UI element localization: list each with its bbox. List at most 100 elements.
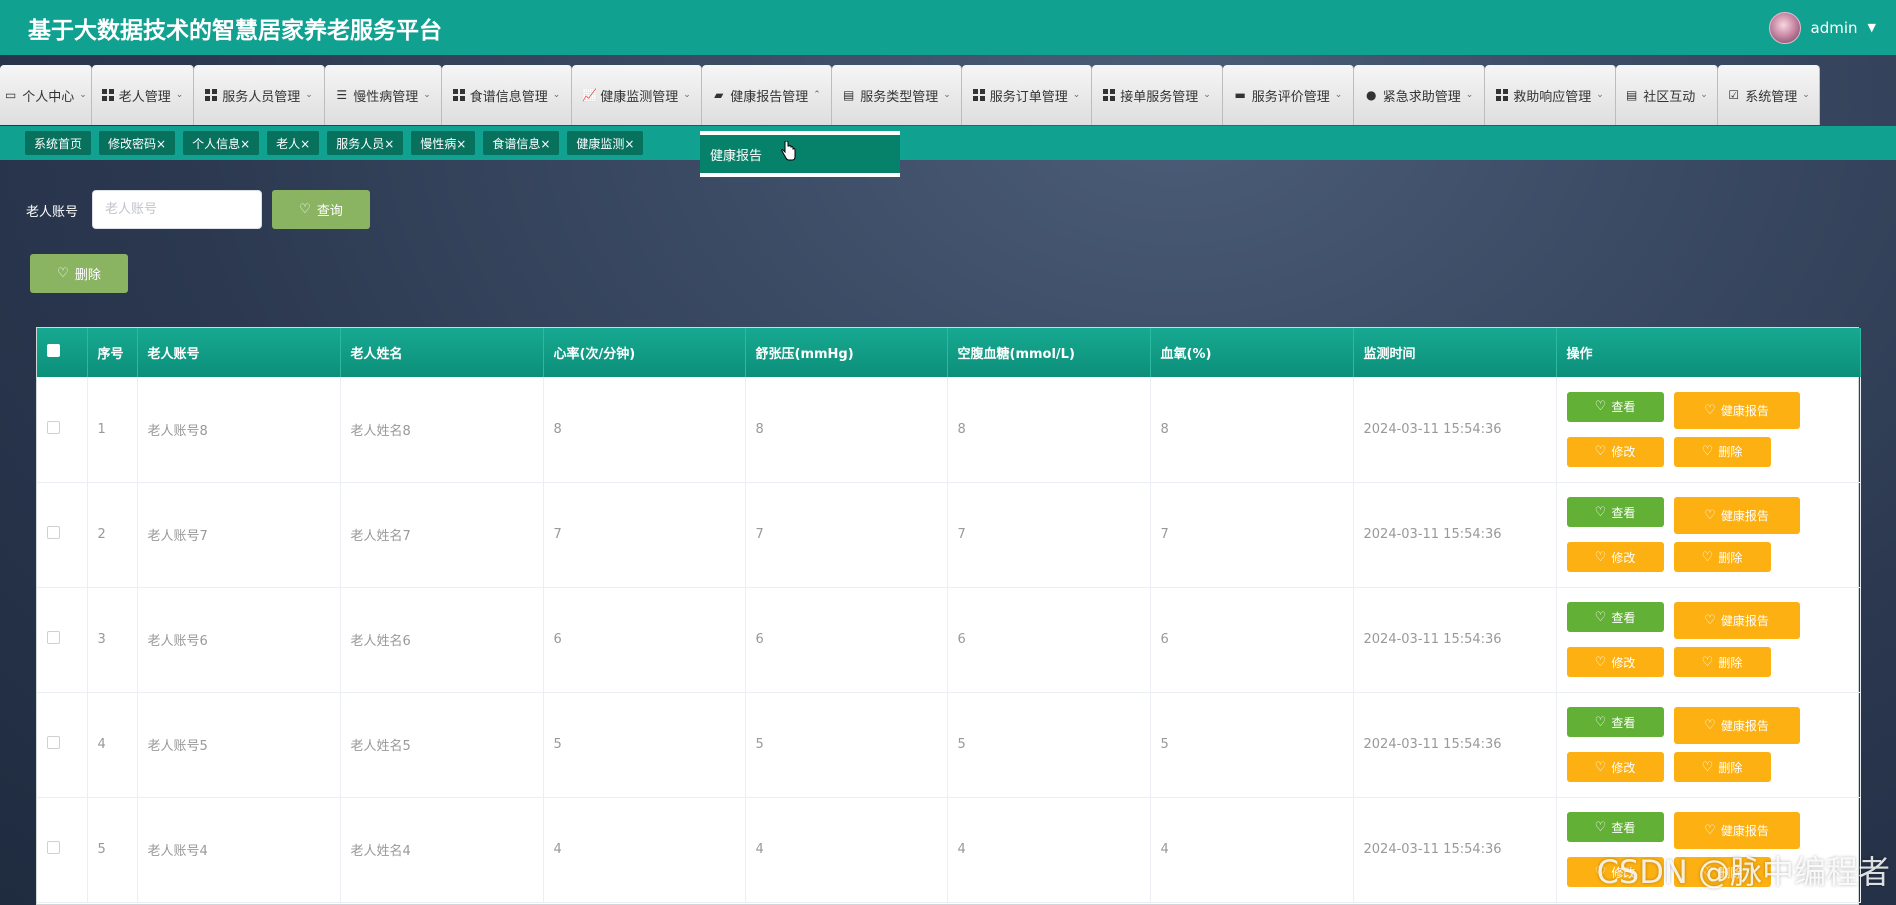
cell-actions: ♡ 查看 ♡ 健康报告 ♡ 修改 ♡ 删除 [1556, 482, 1861, 587]
row-checkbox[interactable] [47, 526, 60, 539]
cell-time: 2024-03-11 15:54:36 [1353, 377, 1557, 482]
view-button[interactable]: ♡ 查看 [1566, 497, 1664, 527]
user-menu[interactable]: admin ▼ [1768, 11, 1876, 44]
column-header: 空腹血糖(mmol/L) [947, 328, 1151, 377]
tab-recipes[interactable]: 食谱信息× [483, 131, 560, 155]
row-select-cell[interactable] [37, 587, 88, 692]
caret-down-icon[interactable]: ▼ [1868, 21, 1876, 34]
nav-label: 慢性病管理 [353, 89, 419, 105]
row-select-cell[interactable] [37, 482, 88, 587]
tab-home[interactable]: 系统首页 [25, 131, 92, 155]
cell-account: 老人账号8 [137, 377, 341, 482]
nav-item-service-types[interactable]: ▤ 服务类型管理 ⌄ [832, 65, 962, 125]
tab-service-staff[interactable]: 服务人员× [327, 131, 404, 155]
cell-actions: ♡ 查看 ♡ 健康报告 ♡ 修改 ♡ 删除 [1556, 692, 1861, 797]
main-nav: ▭ 个人中心 ⌄ 老人管理 ⌄ 服务人员管理 ⌄ ☰ 慢性病管理 ⌄ 食谱信息管… [0, 65, 1896, 125]
view-button[interactable]: ♡ 查看 [1566, 707, 1664, 737]
heart-icon: ♡ [1704, 823, 1716, 838]
grid-icon [205, 89, 218, 101]
edit-label: 修改 [1611, 655, 1636, 670]
cell-time: 2024-03-11 15:54:36 [1353, 587, 1557, 692]
cell-heart-rate: 4 [543, 797, 746, 902]
app-title: 基于大数据技术的智慧居家养老服务平台 [28, 17, 442, 44]
search-input[interactable] [92, 190, 262, 229]
select-all-cell[interactable] [37, 328, 88, 377]
edit-button[interactable]: ♡ 修改 [1566, 436, 1664, 467]
chevron-down-icon: ⌄ [1072, 90, 1081, 100]
table-row: 1 老人账号8 老人姓名8 8 8 8 8 2024-03-11 15:54:3… [37, 377, 1861, 482]
nav-item-recipes[interactable]: 食谱信息管理 ⌄ [442, 65, 572, 125]
report-label: 健康报告 [1720, 509, 1769, 523]
cell-diastolic: 4 [745, 797, 948, 902]
row-checkbox[interactable] [47, 736, 60, 749]
row-select-cell[interactable] [37, 797, 88, 902]
nav-item-chronic-disease[interactable]: ☰ 慢性病管理 ⌄ [325, 65, 442, 125]
row-delete-button[interactable]: ♡ 删除 [1673, 542, 1771, 572]
row-select-cell[interactable] [37, 692, 88, 797]
nav-item-personal-center[interactable]: ▭ 个人中心 ⌄ [0, 65, 92, 125]
column-header: 操作 [1556, 328, 1861, 377]
column-header: 心率(次/分钟) [543, 328, 746, 377]
cell-glucose: 5 [947, 692, 1151, 797]
health-report-dropdown: 健康报告 [700, 131, 900, 177]
nav-item-service-staff[interactable]: 服务人员管理 ⌄ [194, 65, 325, 125]
nav-item-health-report[interactable]: ▰ 健康报告管理 ⌃ [702, 65, 832, 125]
delete-button-label: 删除 [74, 268, 101, 283]
dropdown-item-health-report[interactable]: 健康报告 [700, 135, 900, 173]
chevron-up-icon: ⌃ [813, 90, 821, 100]
row-delete-button[interactable]: ♡ 删除 [1673, 752, 1771, 782]
edit-button[interactable]: ♡ 修改 [1566, 542, 1664, 572]
column-header: 老人姓名 [340, 328, 544, 377]
nav-item-service-orders[interactable]: 服务订单管理 ⌄ [962, 65, 1092, 125]
edit-button[interactable]: ♡ 修改 [1566, 752, 1664, 782]
view-button[interactable]: ♡ 查看 [1566, 812, 1664, 842]
row-checkbox[interactable] [47, 841, 60, 854]
avatar[interactable] [1768, 11, 1801, 44]
edit-button[interactable]: ♡ 修改 [1566, 647, 1664, 677]
edit-label: 修改 [1611, 760, 1636, 775]
watermark: CSDN @脉中编程者 [1596, 853, 1890, 891]
nav-item-service-reviews[interactable]: ▬ 服务评价管理 ⌄ [1223, 65, 1354, 125]
tab-elderly[interactable]: 老人× [267, 131, 320, 155]
nav-item-community[interactable]: ▤ 社区互动 ⌄ [1616, 65, 1718, 125]
row-checkbox[interactable] [47, 420, 60, 434]
tab-health-monitoring[interactable]: 健康监测× [567, 131, 644, 155]
tab-chronic-disease[interactable]: 慢性病× [411, 131, 476, 155]
nav-label: 服务订单管理 [989, 89, 1068, 105]
chevron-down-icon: ⌄ [943, 90, 951, 100]
health-report-button[interactable]: ♡ 健康报告 [1673, 391, 1800, 429]
tab-change-password[interactable]: 修改密码× [99, 131, 176, 155]
nav-item-health-monitoring[interactable]: 📈 健康监测管理 ⌄ [572, 65, 702, 125]
health-report-button[interactable]: ♡ 健康报告 [1673, 497, 1800, 534]
view-button[interactable]: ♡ 查看 [1566, 391, 1664, 422]
view-label: 查看 [1611, 715, 1636, 730]
id-card-icon: ▭ [5, 87, 17, 102]
view-button[interactable]: ♡ 查看 [1566, 602, 1664, 632]
row-checkbox[interactable] [47, 631, 60, 644]
tab-personal-info[interactable]: 个人信息× [183, 131, 260, 155]
nav-item-order-taking[interactable]: 接单服务管理 ⌄ [1092, 65, 1223, 125]
open-tabs: 系统首页 修改密码× 个人信息× 老人× 服务人员× 慢性病× 食谱信息× 健康… [25, 131, 644, 155]
username[interactable]: admin [1811, 19, 1858, 37]
delete-button[interactable]: ♡ 删除 [30, 254, 128, 293]
chevron-down-icon: ⌄ [1596, 90, 1604, 100]
clipboard-icon: ▤ [843, 87, 855, 102]
cell-diastolic: 7 [745, 482, 948, 587]
heart-icon: ♡ [1701, 444, 1714, 460]
nav-item-elderly[interactable]: 老人管理 ⌄ [92, 65, 194, 125]
health-report-button[interactable]: ♡ 健康报告 [1673, 707, 1800, 744]
row-delete-button[interactable]: ♡ 删除 [1673, 436, 1771, 467]
row-select-cell[interactable] [37, 377, 88, 482]
select-all-checkbox[interactable] [47, 344, 60, 357]
row-delete-button[interactable]: ♡ 删除 [1673, 647, 1771, 677]
heart-icon: ♡ [1701, 654, 1714, 670]
nav-item-emergency-help[interactable]: ● 紧急求助管理 ⌄ [1354, 65, 1485, 125]
query-button[interactable]: ♡ 查询 [272, 190, 370, 229]
health-report-button[interactable]: ♡ 健康报告 [1673, 602, 1800, 639]
cell-account: 老人账号5 [137, 692, 341, 797]
nav-item-rescue-response[interactable]: 救助响应管理 ⌄ [1485, 65, 1616, 125]
health-report-button[interactable]: ♡ 健康报告 [1673, 812, 1800, 849]
report-label: 健康报告 [1720, 719, 1769, 733]
cell-time: 2024-03-11 15:54:36 [1353, 692, 1557, 797]
nav-item-system[interactable]: ☑ 系统管理 ⌄ [1718, 65, 1820, 125]
